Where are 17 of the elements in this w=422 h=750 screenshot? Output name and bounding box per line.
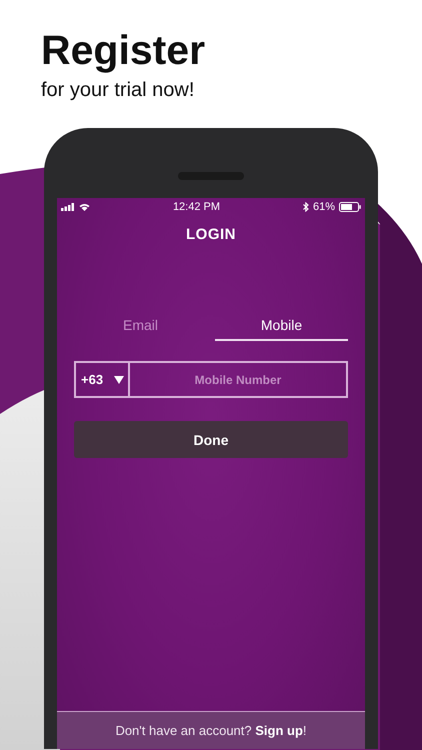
country-code-dropdown[interactable]: +63	[76, 363, 130, 396]
bluetooth-icon	[302, 202, 309, 212]
sign-up-link[interactable]: Sign up	[255, 723, 303, 738]
login-tab[interactable]: Email	[74, 311, 207, 341]
signal-icon	[61, 203, 75, 211]
promo-subtitle: for your trial now!	[41, 78, 194, 102]
battery-icon	[339, 202, 361, 212]
promo-title: Register	[41, 26, 206, 74]
caret-icon	[114, 376, 124, 384]
battery-percent: 61%	[312, 201, 335, 213]
status-time: 12:42 PM	[172, 201, 222, 213]
signup-prompt: Don't have an account? Sign up!	[115, 723, 307, 738]
mobile-number-field[interactable]: +63 Mobile Number	[74, 361, 348, 398]
wifi-icon	[79, 203, 90, 211]
screen-title: LOGIN	[186, 226, 236, 243]
login-tab[interactable]: Mobile	[215, 311, 348, 341]
done-button[interactable]: Done	[74, 421, 348, 458]
